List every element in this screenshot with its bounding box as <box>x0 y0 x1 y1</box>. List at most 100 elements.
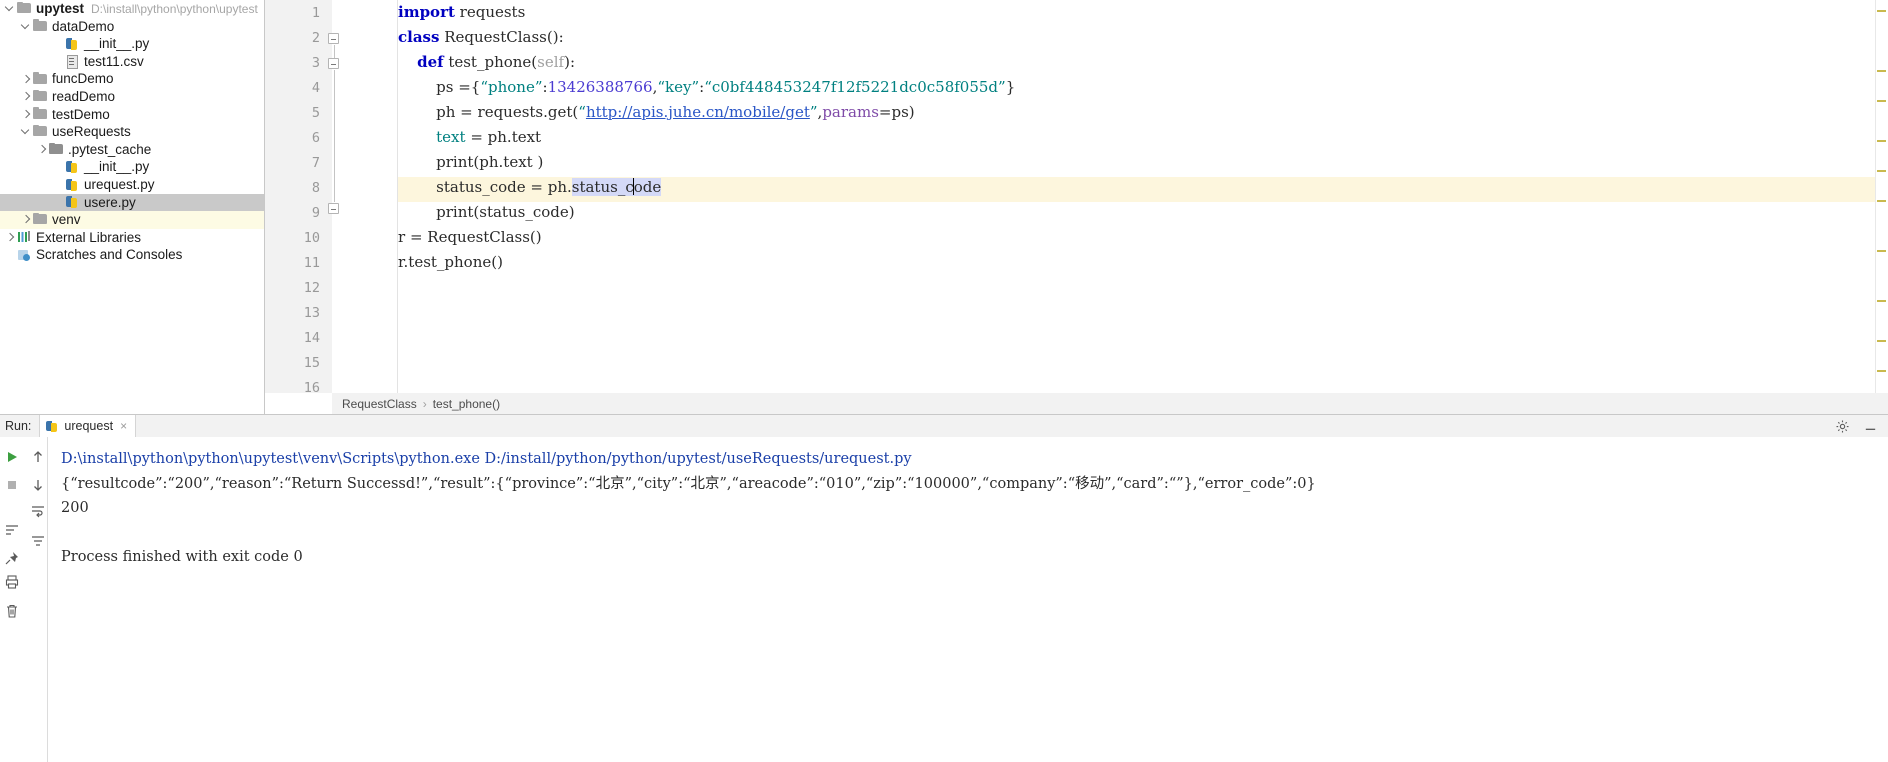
editor-marker-rail[interactable] <box>1875 0 1888 393</box>
token-api-url[interactable]: http://apis.juhe.cn/mobile/get <box>586 103 810 121</box>
token-method-name: test_phone( <box>443 53 538 71</box>
code-line-11: r.test_phone() <box>398 250 503 275</box>
external-libraries-icon <box>16 230 33 245</box>
arrow-down-icon[interactable] <box>30 477 50 497</box>
tree-item-userequests[interactable]: useRequests <box>0 123 264 141</box>
print-icon[interactable] <box>4 574 24 594</box>
tree-item-userequests-init[interactable]: __init__.py <box>0 158 264 176</box>
line-number: 1 <box>311 5 320 21</box>
tree-item-label: testDemo <box>52 106 110 122</box>
project-tree-panel[interactable]: upytest D:\install\python\python\upytest d… <box>0 0 265 414</box>
token-print-text: print(ph.text ) <box>436 153 544 171</box>
arrow-up-icon[interactable] <box>30 449 50 469</box>
chevron-down-icon[interactable] <box>3 0 16 17</box>
run-window-label: Run: <box>5 419 32 433</box>
expand-icon[interactable] <box>4 522 24 542</box>
marker-stripe <box>1877 10 1886 12</box>
code-line-3: def test_phone(self): <box>398 50 575 75</box>
line-number: 9 <box>311 205 320 221</box>
token-params-tail: =ps) <box>878 103 915 121</box>
line-number: 11 <box>303 255 320 271</box>
chevron-right-icon[interactable] <box>19 211 32 228</box>
run-tab-urequest[interactable]: urequest × <box>39 415 137 437</box>
chevron-down-icon[interactable] <box>19 123 32 140</box>
token-r-call: r.test_phone() <box>398 253 503 271</box>
chevron-right-icon[interactable] <box>3 229 16 246</box>
code-editor-panel[interactable]: 1 2 3 4 5 6 7 8 9 10 11 12 13 14 15 16 import requests … <box>265 0 1888 414</box>
code-folding-strip[interactable] <box>328 0 398 393</box>
token-class-keyword: class <box>398 28 440 46</box>
line-number: 7 <box>311 155 320 171</box>
breadcrumb[interactable]: RequestClass › test_phone() <box>332 393 1888 414</box>
tree-item-test11-csv[interactable]: test11.csv <box>0 53 264 71</box>
folder-icon <box>32 212 49 227</box>
marker-stripe <box>1877 370 1886 372</box>
code-line-5: ph = requests.get(“http://apis.juhe.cn/m… <box>398 100 915 125</box>
tree-item-label: usere.py <box>84 194 136 210</box>
tree-item-label: useRequests <box>52 124 131 140</box>
token-status-code-selected: status_c <box>571 178 634 196</box>
code-line-2: class RequestClass(): <box>398 25 564 50</box>
tree-item-external-libraries[interactable]: External Libraries <box>0 229 264 247</box>
wrap-icon[interactable] <box>30 503 50 523</box>
run-toolbar[interactable] <box>0 437 48 762</box>
folder-icon <box>32 89 49 104</box>
tree-item-label: .pytest_cache <box>68 141 152 157</box>
line-number: 13 <box>303 305 320 321</box>
token-class-name: RequestClass(): <box>439 28 564 46</box>
filter-icon[interactable] <box>30 533 50 553</box>
fold-toggle-class[interactable] <box>328 33 339 44</box>
line-number: 2 <box>311 30 320 46</box>
token-text-assign: = ph.text <box>465 128 542 146</box>
chevron-right-icon[interactable] <box>19 88 32 105</box>
play-icon[interactable] <box>4 449 24 469</box>
marker-stripe <box>1877 170 1886 172</box>
code-line-8: status_code = ph.status_code <box>398 175 662 200</box>
run-tool-window: Run: urequest × D:\install\python\python… <box>0 414 1888 762</box>
tree-item-readdemo[interactable]: readDemo <box>0 88 264 106</box>
gear-icon[interactable] <box>1835 419 1850 434</box>
breadcrumb-method[interactable]: test_phone() <box>433 397 500 411</box>
fold-line-def <box>333 70 335 202</box>
chevron-right-icon[interactable] <box>19 71 32 88</box>
tree-item-datademo-init[interactable]: __init__.py <box>0 35 264 53</box>
tree-item-upytest[interactable]: upytest D:\install\python\python\upytest <box>0 0 264 18</box>
fold-toggle-def[interactable] <box>328 58 339 69</box>
line-number: 10 <box>303 230 320 246</box>
chevron-down-icon[interactable] <box>19 18 32 35</box>
marker-stripe <box>1877 140 1886 142</box>
run-tool-header: Run: urequest × <box>0 415 1888 437</box>
breadcrumb-class[interactable]: RequestClass <box>342 397 417 411</box>
token-url-quote-close: ” <box>809 103 818 121</box>
tree-item-pytest-cache[interactable]: .pytest_cache <box>0 141 264 159</box>
tree-item-urequest-py[interactable]: urequest.py <box>0 176 264 194</box>
line-number: 14 <box>303 330 320 346</box>
tree-item-usere-py[interactable]: usere.py <box>0 193 264 212</box>
line-number: 15 <box>303 355 320 371</box>
folder-icon <box>32 124 49 139</box>
token-print-status: print(status_code) <box>436 203 575 221</box>
breadcrumb-separator-icon: › <box>422 396 427 411</box>
stop-icon[interactable] <box>4 477 24 497</box>
tree-item-label: urequest.py <box>84 176 155 192</box>
tree-item-datademo[interactable]: dataDemo <box>0 18 264 36</box>
tree-item-funcdemo[interactable]: funcDemo <box>0 70 264 88</box>
tree-item-testdemo[interactable]: testDemo <box>0 106 264 124</box>
token-requests-module: requests <box>454 3 526 21</box>
pin-icon[interactable] <box>4 550 24 570</box>
code-line-1: import requests <box>398 0 525 25</box>
fold-toggle-end[interactable] <box>328 203 339 214</box>
close-icon[interactable]: × <box>120 420 127 432</box>
chevron-right-icon[interactable] <box>19 106 32 123</box>
fold-line-class <box>333 45 335 59</box>
tree-item-scratches-consoles[interactable]: Scratches and Consoles <box>0 246 264 264</box>
console-output[interactable]: D:\install\python\python\upytest\venv\Sc… <box>48 437 1888 762</box>
chevron-right-icon[interactable] <box>35 141 48 158</box>
folder-icon <box>32 72 49 87</box>
trash-icon[interactable] <box>4 603 24 623</box>
minimize-icon[interactable] <box>1863 419 1878 434</box>
csv-file-icon <box>64 54 81 70</box>
tree-item-venv[interactable]: venv <box>0 211 264 229</box>
code-line-7: print(ph.text ) <box>398 150 543 175</box>
